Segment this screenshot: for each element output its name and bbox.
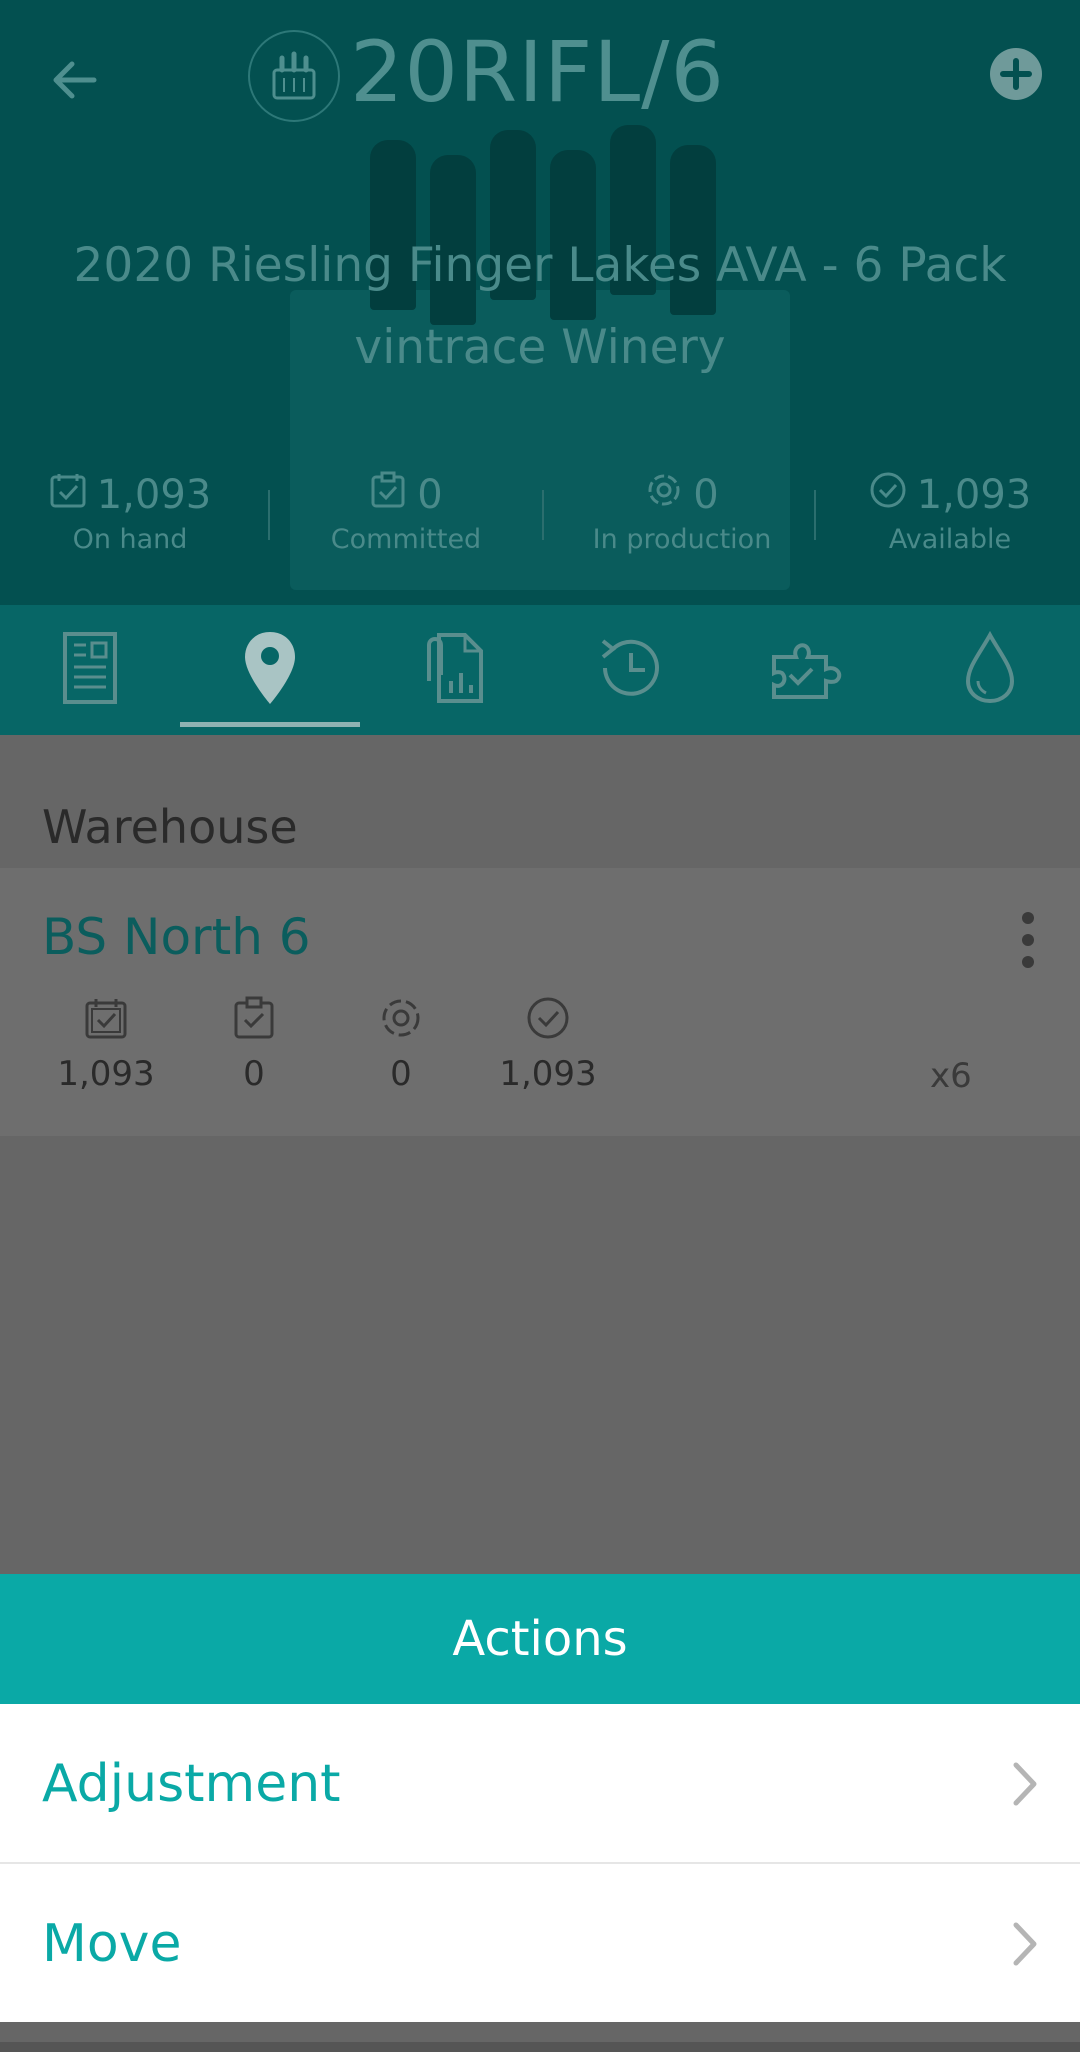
tab-location[interactable] (180, 605, 360, 735)
clipboard-check-icon (194, 996, 314, 1044)
stat-divider (542, 490, 544, 540)
product-header: 20RIFL/6 2020 Riesling Finger Lakes AVA … (0, 0, 1080, 605)
gear-cycle-icon (341, 996, 461, 1044)
check-circle-icon (869, 471, 907, 519)
stat-committed: 0 Committed (330, 471, 482, 555)
more-options-icon[interactable] (1010, 912, 1046, 968)
stat-in-production: 0 In production (592, 471, 772, 555)
pack-size: x6 (930, 1056, 972, 1096)
stat-available: 1,093 Available (820, 470, 1080, 555)
tab-bar (0, 605, 1080, 735)
tab-composition[interactable] (900, 605, 1080, 735)
system-nav-bar (0, 2042, 1080, 2052)
location-card[interactable]: BS North 6 1,093 0 0 1,093 x6 (0, 868, 1080, 1136)
tab-components[interactable] (720, 605, 900, 735)
product-code: 20RIFL/6 (350, 23, 725, 121)
calendar-check-icon (49, 471, 87, 519)
stat-divider (814, 490, 816, 540)
bottles-icon (248, 30, 340, 122)
action-label: Adjustment (42, 1754, 341, 1814)
history-icon (595, 633, 665, 707)
action-adjustment[interactable]: Adjustment (0, 1704, 1080, 1862)
chevron-right-icon (1010, 1759, 1040, 1813)
product-title: 2020 Riesling Finger Lakes AVA - 6 Pack (73, 238, 1007, 293)
tab-attachments[interactable] (360, 605, 540, 735)
stat-divider (268, 490, 270, 540)
location-stat-on-hand: 1,093 (46, 996, 166, 1094)
action-label: Move (42, 1914, 182, 1974)
location-stat-committed: 0 (194, 996, 314, 1094)
action-move[interactable]: Move (0, 1864, 1080, 2022)
arrow-left-icon[interactable] (46, 52, 102, 108)
chevron-right-icon (1010, 1919, 1040, 1973)
stat-on-hand: 1,093 On hand (0, 470, 260, 555)
actions-sheet-title: Actions (0, 1574, 1080, 1704)
location-stat-available: 1,093 (488, 996, 608, 1094)
gear-cycle-icon (645, 471, 683, 519)
stock-summary: 1,093 On hand 0 Committed 0 In productio… (0, 470, 1080, 560)
paperclip-chart-icon (415, 631, 485, 709)
active-tab-indicator (180, 722, 360, 727)
clipboard-check-icon (369, 471, 407, 519)
calendar-check-icon (46, 996, 166, 1044)
location-stat-in-production: 0 (341, 996, 461, 1094)
plus-circle-icon[interactable] (988, 46, 1044, 102)
tab-history[interactable] (540, 605, 720, 735)
tab-details[interactable] (0, 605, 180, 735)
location-name[interactable]: BS North 6 (42, 908, 311, 966)
document-icon (62, 631, 118, 709)
map-pin-icon (242, 630, 298, 710)
section-title: Warehouse (42, 800, 298, 854)
puzzle-check-icon (768, 633, 852, 707)
check-circle-icon (488, 996, 608, 1044)
drop-icon (962, 630, 1018, 709)
winery-name: vintrace Winery (354, 320, 726, 375)
